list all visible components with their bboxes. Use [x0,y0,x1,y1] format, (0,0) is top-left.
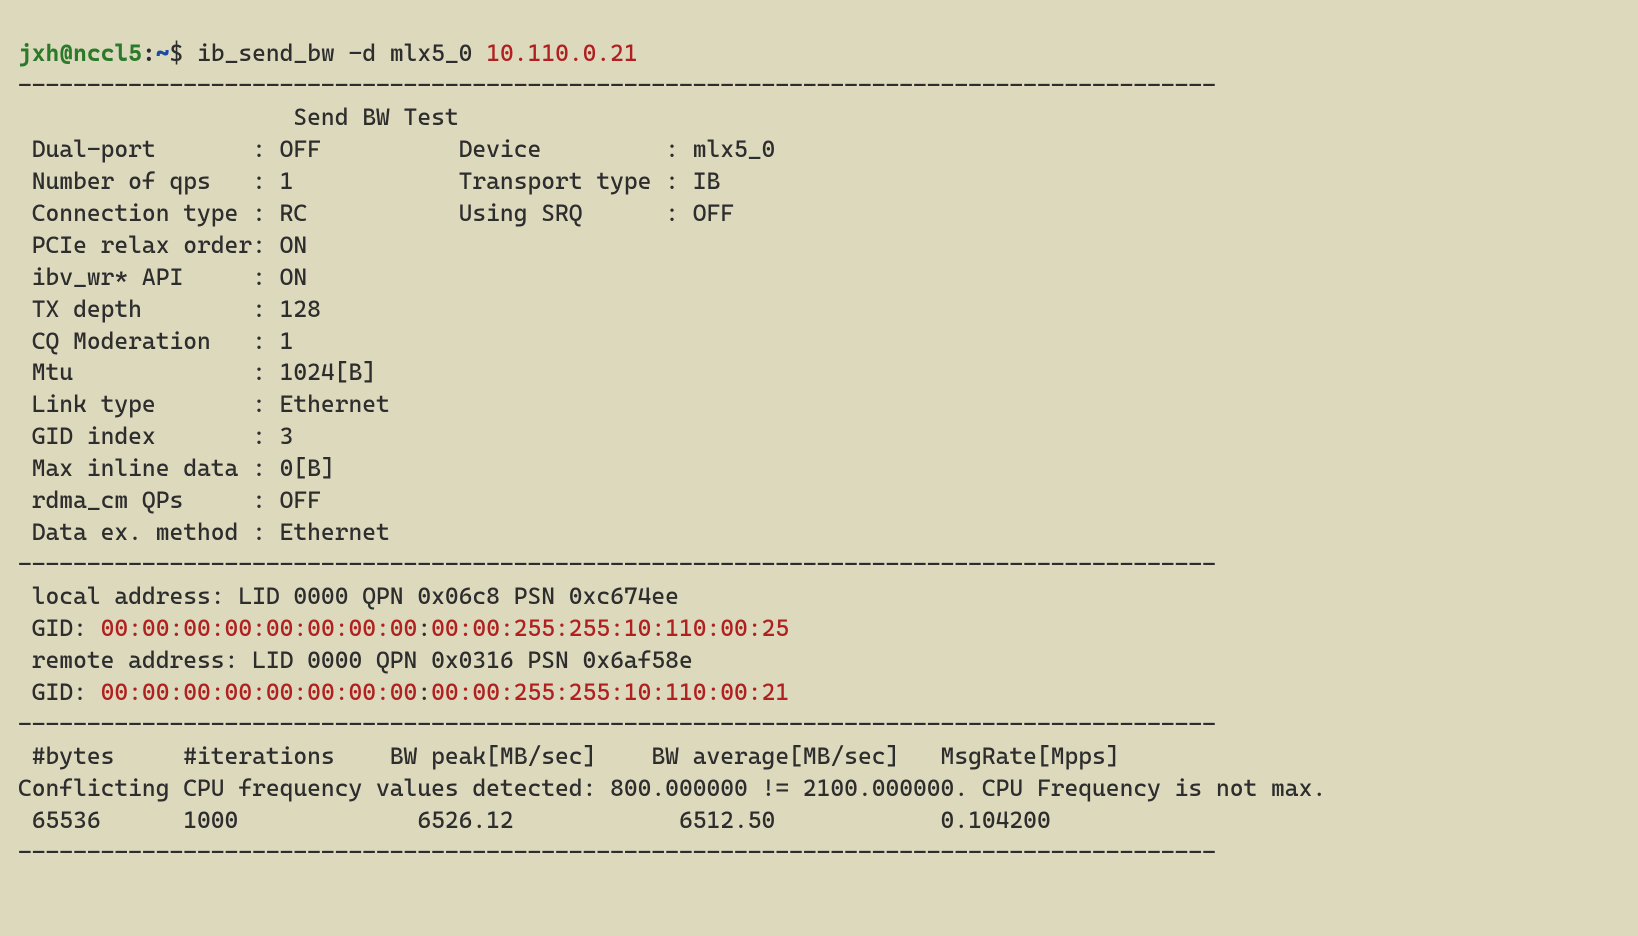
prompt: jxh@nccl5:~$ [18,39,197,67]
prop-num-qps: Number of qps : 1 Transport type : IB [18,167,720,195]
separator-line: ----------------------------------------… [18,710,1216,738]
command-target-ip: 10.110.0.21 [486,39,637,67]
prop-tx-depth: TX depth : 128 [18,295,321,323]
prop-ibv-wr: ibv_wr* API : ON [18,263,307,291]
prompt-path: ~ [156,39,170,67]
remote-gid-part-b: 00:00:255:255:10:110:00:21 [431,678,789,706]
prompt-host: nccl5 [73,39,142,67]
prompt-colon: : [142,39,156,67]
prop-pcie-relax: PCIe relax order: ON [18,231,307,259]
prop-link-type: Link type : Ethernet [18,390,390,418]
local-gid-sep: : [417,614,431,642]
prompt-at: @ [59,39,73,67]
prompt-user: jxh [18,39,59,67]
command-text: ib_send_bw -d mlx5_0 [197,39,486,67]
separator-line: ----------------------------------------… [18,838,1216,866]
prop-dual-port: Dual-port : OFF Device : mlx5_0 [18,135,775,163]
results-header: #bytes #iterations BW peak[MB/sec] BW av… [18,742,1120,770]
remote-gid-label: GID: [18,678,101,706]
separator-line: ----------------------------------------… [18,550,1216,578]
local-gid-part-b: 00:00:255:255:10:110:00:25 [431,614,789,642]
prop-max-inline: Max inline data : 0[B] [18,454,335,482]
prop-data-ex: Data ex. method : Ethernet [18,518,390,546]
terminal-output[interactable]: jxh@nccl5:~$ ib_send_bw -d mlx5_0 10.110… [0,0,1638,879]
prop-gid-index: GID index : 3 [18,422,293,450]
separator-line: ----------------------------------------… [18,71,1216,99]
test-title: Send BW Test [18,103,459,131]
remote-address: remote address: LID 0000 QPN 0x0316 PSN … [18,646,693,674]
prop-cq-moderation: CQ Moderation : 1 [18,327,293,355]
prop-connection-type: Connection type : RC Using SRQ : OFF [18,199,734,227]
results-row: 65536 1000 6526.12 6512.50 0.104200 [18,806,1051,834]
remote-gid-part-a: 00:00:00:00:00:00:00:00 [101,678,418,706]
local-gid-part-a: 00:00:00:00:00:00:00:00 [101,614,418,642]
local-address: local address: LID 0000 QPN 0x06c8 PSN 0… [18,582,679,610]
prompt-dollar: $ [170,39,198,67]
remote-gid-sep: : [417,678,431,706]
local-gid-label: GID: [18,614,101,642]
cpu-freq-warning: Conflicting CPU frequency values detecte… [18,774,1326,802]
prop-mtu: Mtu : 1024[B] [18,358,376,386]
prop-rdma-cm: rdma_cm QPs : OFF [18,486,321,514]
